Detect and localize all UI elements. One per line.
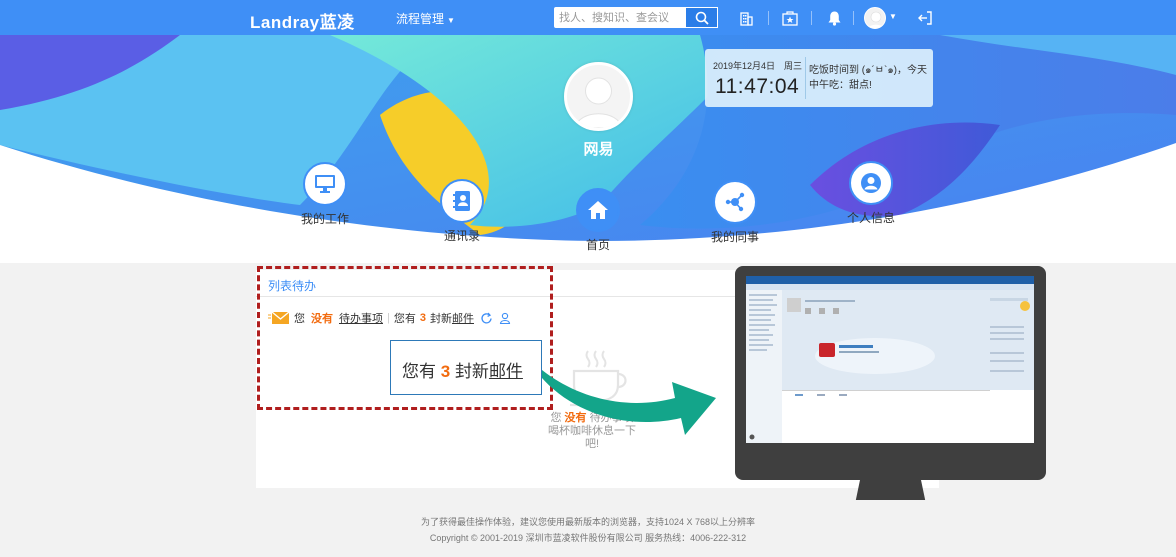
flow-management-menu[interactable]: 流程管理 ▼	[396, 10, 455, 27]
user-avatar[interactable]	[564, 62, 633, 131]
footer: 为了获得最佳操作体验，建议您使用最新版本的浏览器，支持1024 X 768以上分…	[0, 500, 1176, 557]
search-input[interactable]	[554, 7, 686, 28]
nav-label: 首页	[585, 238, 610, 252]
nav-personal-info[interactable]: 个人信息	[826, 161, 916, 226]
nav-label: 我的同事	[710, 230, 759, 244]
nav-circle	[303, 162, 347, 206]
search-button[interactable]	[686, 7, 718, 28]
contacts-icon	[453, 191, 470, 211]
monitor-icon	[315, 175, 335, 193]
top-bar: Landray蓝凌 流程管理▼ ▼	[0, 0, 1176, 35]
building-icon[interactable]	[737, 9, 755, 27]
divider	[768, 11, 769, 25]
clock-message: 吃饭时间到 (๑´ㅂ`๑)，今天中午吃：甜点!	[809, 65, 927, 91]
nav-my-work[interactable]: 我的工作	[280, 162, 370, 227]
footer-copyright: Copyright © 2001-2019 深圳市蓝凌软件股份有限公司 服务热线…	[429, 533, 747, 543]
nav-label: 我的工作	[300, 212, 349, 226]
clock-time: 11:47:04	[715, 75, 800, 98]
divider	[853, 11, 854, 25]
nav-circle	[849, 161, 893, 205]
callout-mid: 封新	[454, 362, 489, 381]
avatar[interactable]	[864, 7, 886, 29]
nav-label: 个人信息	[846, 211, 895, 225]
user-name: 网易	[583, 141, 614, 158]
callout-text: 您有 3 封新邮件	[402, 357, 523, 382]
clock-date: 2019年12月4日	[713, 61, 776, 71]
arrow-icon	[542, 370, 716, 435]
footer-browser-note: 为了获得最佳操作体验，建议您使用最新版本的浏览器，支持1024 X 768以上分…	[420, 517, 756, 527]
chevron-down-icon[interactable]: ▼	[889, 12, 897, 21]
divider	[811, 11, 812, 25]
nav-contacts[interactable]: 通讯录	[417, 179, 507, 244]
nav-circle	[713, 180, 757, 224]
clock-widget: 2019年12月4日 周三 11:47:04 吃饭时间到 (๑´ㅂ`๑)，今天中…	[705, 49, 933, 107]
chevron-down-icon: ▼	[447, 16, 455, 25]
nav-circle	[440, 179, 484, 223]
flow-management-label: 流程管理	[396, 12, 445, 26]
callout-mail: 邮件	[488, 362, 523, 381]
nav-colleagues[interactable]: 我的同事	[690, 180, 780, 245]
logout-icon[interactable]	[916, 9, 934, 27]
nav-home[interactable]: 首页	[553, 188, 643, 253]
search-icon	[695, 11, 709, 25]
logo[interactable]: Landray蓝凌	[250, 8, 355, 33]
star-card-icon[interactable]	[781, 9, 799, 27]
clock-weekday: 周三	[784, 61, 803, 71]
home-icon	[588, 201, 608, 219]
mail-callout: 您有 3 封新邮件	[390, 340, 542, 395]
monitor-illustration	[735, 266, 1046, 514]
callout-count: 3	[440, 362, 451, 381]
bell-icon[interactable]	[825, 9, 843, 27]
nav-label: 通讯录	[443, 229, 480, 243]
clock-divider	[805, 57, 806, 99]
callout-prefix: 您有	[402, 362, 436, 381]
nav-circle-active	[576, 188, 620, 232]
share-icon	[725, 192, 745, 212]
person-icon	[861, 173, 881, 193]
